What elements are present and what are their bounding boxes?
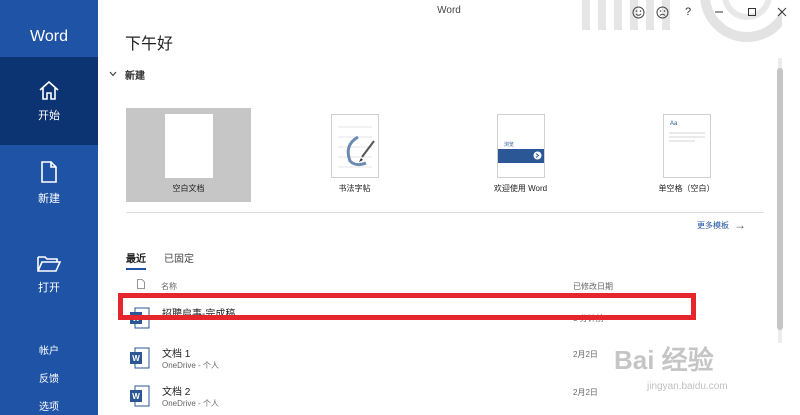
file-type-icon (137, 279, 145, 291)
home-icon (39, 80, 59, 100)
more-templates-link[interactable]: 更多模板 → (697, 218, 746, 232)
word-file-icon: W (130, 385, 150, 407)
new-section-toggle[interactable]: 新建 (109, 67, 145, 82)
section-divider (126, 212, 764, 213)
title-bar: Word ? (98, 0, 800, 24)
file-name: 文档 1 (162, 349, 191, 360)
file-name: 文档 2 (162, 387, 191, 398)
new-document-icon (41, 161, 57, 183)
template-single-spaced[interactable]: Aa 单空格（空白） (624, 108, 749, 202)
word-start-screen: Word 开始 新建 打开 帐户 反馈 选项 Word ? 下午好 新建 空白文… (0, 0, 800, 415)
chevron-down-icon (109, 69, 117, 80)
vertical-scrollbar[interactable] (776, 58, 784, 343)
file-date: 2月2日 (573, 350, 598, 359)
smile-icon[interactable] (629, 3, 647, 21)
open-folder-icon (37, 256, 62, 272)
sidebar: Word 开始 新建 打开 帐户 反馈 选项 (0, 0, 98, 415)
brush-icon (338, 126, 375, 168)
arrow-circle-icon (533, 151, 542, 160)
sidebar-item-label: 开始 (38, 110, 60, 122)
watermark-logo: Bai 经验 (614, 345, 714, 375)
template-thumb-text: 浏览 (504, 142, 515, 148)
frown-icon[interactable] (653, 3, 671, 21)
template-calligraphy[interactable]: 书法字帖 (292, 108, 417, 202)
sidebar-item-open[interactable]: 打开 (0, 253, 98, 303)
sidebar-item-feedback[interactable]: 反馈 (0, 370, 98, 385)
restore-icon[interactable] (743, 3, 761, 21)
file-location: OneDrive - 个人 (162, 361, 219, 370)
more-templates-label: 更多模板 (697, 220, 729, 230)
page-title: 下午好 (125, 36, 174, 53)
close-icon[interactable] (773, 3, 791, 21)
sidebar-item-account[interactable]: 帐户 (0, 342, 98, 357)
template-thumbnail (165, 114, 213, 178)
template-welcome-to-word[interactable]: 浏览 欢迎使用 Word (458, 108, 583, 202)
sidebar-item-home[interactable]: 开始 (0, 57, 98, 145)
recent-tabs: 最近 已固定 (126, 250, 212, 270)
section-label: 新建 (125, 71, 145, 82)
file-row[interactable]: W 文档 2 OneDrive - 个人 2月2日 (126, 379, 686, 413)
svg-text:W: W (132, 392, 140, 401)
column-header-name[interactable]: 名称 (161, 281, 177, 292)
word-file-icon: W (130, 347, 150, 369)
scrollbar-thumb[interactable] (777, 68, 783, 330)
template-label: 空白文档 (172, 184, 205, 193)
text-lines-decoration (669, 132, 705, 142)
tab-recent[interactable]: 最近 (126, 250, 146, 270)
file-date: 2月2日 (573, 388, 598, 397)
template-thumbnail (331, 114, 379, 178)
column-header-date[interactable]: 已修改日期 (573, 281, 613, 292)
tab-pinned[interactable]: 已固定 (164, 250, 194, 270)
minimize-icon[interactable] (710, 3, 728, 21)
template-label: 欢迎使用 Word (493, 184, 548, 193)
help-icon[interactable]: ? (679, 3, 697, 21)
sidebar-item-label: 新建 (38, 193, 60, 205)
template-label: 书法字帖 (338, 184, 371, 193)
file-row[interactable]: W 文档 1 OneDrive - 个人 2月2日 (126, 341, 686, 375)
sidebar-item-label: 打开 (38, 282, 60, 294)
watermark-url: jingyan.baidu.com (647, 381, 728, 392)
file-location: OneDrive - 个人 (162, 399, 219, 408)
arrow-right-icon: → (734, 218, 746, 232)
template-thumb-text: Aa (670, 121, 678, 127)
template-label: 单空格（空白） (658, 184, 715, 193)
highlight-annotation (118, 293, 696, 320)
app-name: Word (30, 28, 68, 45)
sidebar-item-options[interactable]: 选项 (0, 398, 98, 413)
template-thumbnail: Aa (663, 114, 711, 178)
sidebar-item-new[interactable]: 新建 (0, 160, 98, 220)
template-blank-document[interactable]: 空白文档 (126, 108, 251, 202)
svg-text:W: W (132, 354, 140, 363)
template-thumbnail: 浏览 (497, 114, 545, 178)
